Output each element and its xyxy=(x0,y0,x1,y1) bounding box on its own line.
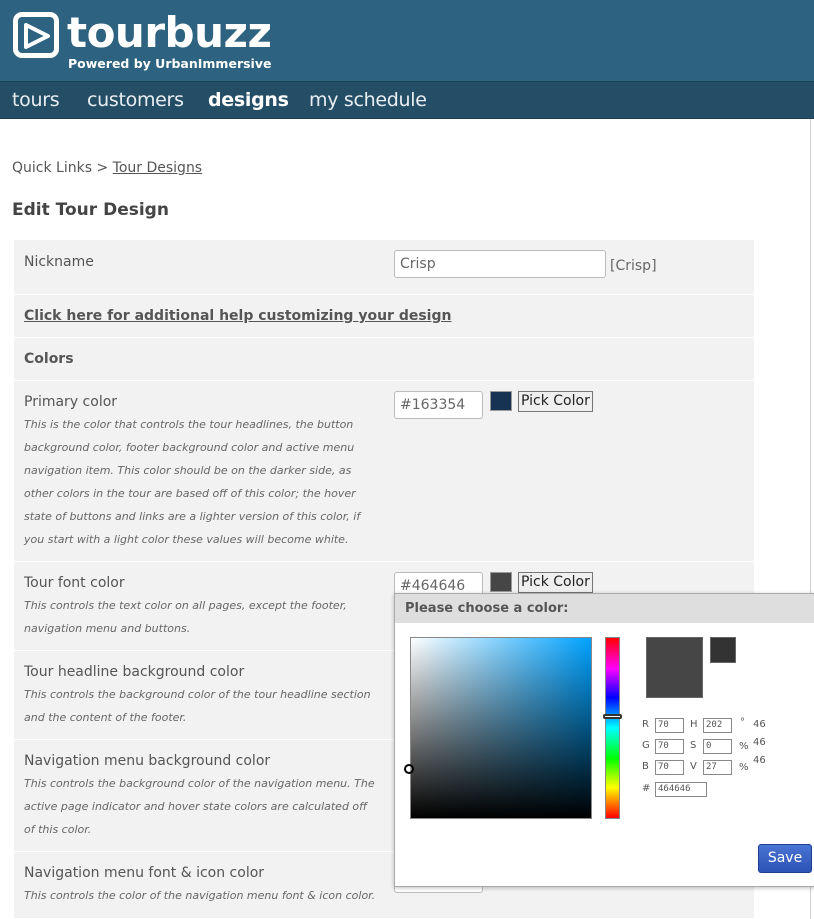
nav-item-tours[interactable]: tours xyxy=(12,88,60,112)
nickname-input[interactable]: Crisp xyxy=(394,250,606,278)
new-color-preview xyxy=(646,637,703,698)
headline-bg-label: Tour headline background color xyxy=(24,664,245,680)
primary-pick-color-button[interactable]: Pick Color xyxy=(518,391,593,412)
saturation-value-cursor[interactable] xyxy=(404,763,414,774)
nickname-default: [Crisp] xyxy=(610,258,657,274)
color-picker-title: Please choose a color: xyxy=(395,594,814,623)
g-label: G xyxy=(642,740,650,751)
save-button[interactable]: Save xyxy=(758,844,812,873)
nav-item-my-schedule[interactable]: my schedule xyxy=(309,88,427,112)
nav-item-customers[interactable]: customers xyxy=(87,88,184,112)
h-input[interactable]: 202 xyxy=(703,718,732,733)
hex-label: # xyxy=(642,783,651,794)
nickname-label: Nickname xyxy=(24,254,94,270)
breadcrumb: Quick Links > Tour Designs xyxy=(12,159,202,177)
brand-name[interactable]: tourbuzz xyxy=(67,4,272,62)
s-label: S xyxy=(690,740,697,751)
side-value-2: 46 xyxy=(753,737,766,748)
primary-color-swatch xyxy=(490,391,512,411)
colors-section-heading: Colors xyxy=(24,351,74,367)
main-nav: tours customers designs my schedule xyxy=(0,81,814,119)
help-link[interactable]: Click here for additional help customizi… xyxy=(24,307,451,325)
breadcrumb-root: Quick Links xyxy=(12,160,93,176)
breadcrumb-separator: > xyxy=(96,160,109,176)
breadcrumb-tour-designs-link[interactable]: Tour Designs xyxy=(113,160,202,176)
hue-slider[interactable] xyxy=(605,637,620,819)
b-input[interactable]: 70 xyxy=(655,760,684,775)
hue-slider-handle[interactable] xyxy=(603,713,622,719)
color-picker-dialog: Please choose a color: R 70 G 70 B 70 H … xyxy=(394,593,814,887)
degree-unit: ° xyxy=(740,717,745,728)
nav-font-label: Navigation menu font & icon color xyxy=(24,865,265,881)
nav-item-designs[interactable]: designs xyxy=(208,88,289,112)
font-color-label: Tour font color xyxy=(24,575,125,591)
s-percent-unit: % xyxy=(739,741,749,752)
h-label: H xyxy=(690,719,698,730)
headline-bg-description: This controls the background color of th… xyxy=(24,688,371,724)
b-label: B xyxy=(642,761,649,772)
s-input[interactable]: 0 xyxy=(703,739,732,754)
hex-input[interactable]: 464646 xyxy=(655,782,707,797)
page-title: Edit Tour Design xyxy=(12,200,169,220)
primary-color-row: Primary color This is the color that con… xyxy=(14,381,754,562)
tourbuzz-logo-icon xyxy=(13,12,59,58)
nickname-row: Nickname Crisp [Crisp] xyxy=(14,240,754,295)
nav-font-description: This controls the color of the navigatio… xyxy=(24,889,376,902)
nav-bg-label: Navigation menu background color xyxy=(24,753,271,769)
brand-header: tourbuzz Powered by UrbanImmersive xyxy=(0,0,814,81)
font-color-swatch xyxy=(490,572,512,592)
help-row: Click here for additional help customizi… xyxy=(14,295,754,338)
v-percent-unit: % xyxy=(739,762,749,773)
side-value-1: 46 xyxy=(753,719,766,730)
primary-color-label: Primary color xyxy=(24,394,118,410)
g-input[interactable]: 70 xyxy=(655,739,684,754)
brand-tagline: Powered by UrbanImmersive xyxy=(68,56,272,71)
primary-color-input[interactable]: #163354 xyxy=(394,391,483,419)
r-label: R xyxy=(642,719,649,730)
nav-bg-description: This controls the background color of th… xyxy=(24,777,375,836)
side-value-3: 46 xyxy=(753,755,766,766)
current-color-preview[interactable] xyxy=(710,637,736,663)
v-input[interactable]: 27 xyxy=(703,760,732,775)
font-pick-color-button[interactable]: Pick Color xyxy=(518,572,593,593)
font-color-description: This controls the text color on all page… xyxy=(24,599,347,635)
saturation-value-field[interactable] xyxy=(404,637,592,819)
r-input[interactable]: 70 xyxy=(655,718,684,733)
primary-color-description: This is the color that controls the tour… xyxy=(24,418,361,546)
v-label: V xyxy=(690,761,697,772)
colors-header-row: Colors xyxy=(14,338,754,381)
